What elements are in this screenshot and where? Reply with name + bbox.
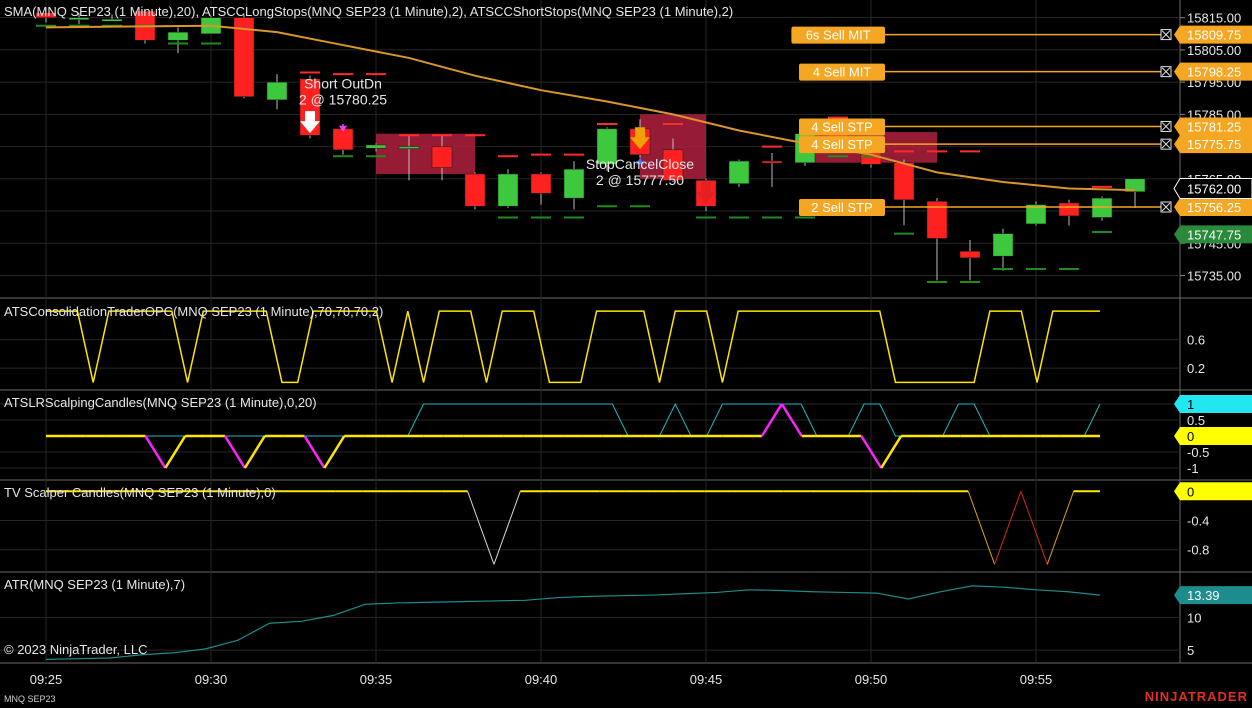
- atr-tick-label: 10: [1187, 610, 1201, 625]
- order-price-label: 15781.25: [1187, 119, 1241, 134]
- order-price-label: 15775.75: [1187, 137, 1241, 152]
- brand-logo: NINJATRADER: [1144, 689, 1248, 704]
- atr-line: [45, 585, 1101, 660]
- candle-body: [365, 144, 387, 149]
- price-tick-label: 15815.00: [1187, 11, 1241, 26]
- tv-panel-title: TV Scalper Candles(MNQ SEP23 (1 Minute),…: [4, 485, 276, 500]
- order-price-label: 15756.25: [1187, 200, 1241, 215]
- atr-tick-label: 5: [1187, 643, 1194, 658]
- candle-body: [167, 31, 189, 41]
- tv-signal-segment: [467, 491, 495, 565]
- candle-body: [464, 173, 486, 207]
- scalping-zero-tag: [1174, 427, 1252, 445]
- candle-body: [398, 146, 420, 149]
- candle-body: [530, 173, 552, 194]
- consolidation-tick-label: 0.2: [1187, 361, 1205, 376]
- candle-body: [992, 233, 1014, 257]
- candle-body: [728, 160, 750, 184]
- x-tick-label: 09:45: [690, 672, 723, 687]
- chart-canvas[interactable]: 09:25 09:30 09:35 09:40 09:45 09:50 09:55 15815…: [0, 0, 1252, 708]
- tv-signal-segment: [1020, 491, 1048, 565]
- scalping-zero-label: 0: [1187, 429, 1194, 444]
- tv-signal-segment: [1046, 491, 1075, 565]
- stop-price-label: 15747.75: [1187, 227, 1241, 242]
- scalping-last-label: 1: [1187, 397, 1194, 412]
- x-tick-label: 09:40: [525, 672, 558, 687]
- scalping-tick-label: 0.5: [1187, 413, 1205, 428]
- tv-zero-label: 0: [1187, 484, 1194, 499]
- trade-annotation: 2 @ 15780.25: [299, 92, 387, 108]
- tv-signal-segment: [967, 491, 996, 565]
- candle-body: [266, 81, 288, 101]
- x-tick-label: 09:55: [1020, 672, 1053, 687]
- trade-annotation: 2 @ 15777.50: [596, 172, 684, 188]
- candle-body: [563, 168, 585, 199]
- candle-body: [101, 19, 123, 22]
- atr-last-label: 13.39: [1187, 588, 1220, 603]
- scalping-tick-label: -0.5: [1187, 445, 1209, 460]
- order-label: 6s Sell MIT: [806, 28, 871, 43]
- order-label: 4 Sell MIT: [813, 65, 872, 80]
- candle-body: [959, 251, 981, 259]
- candle-body: [761, 160, 783, 164]
- x-tick-label: 09:50: [855, 672, 888, 687]
- tv-signal-segment: [493, 491, 521, 565]
- x-tick-label: 09:30: [195, 672, 228, 687]
- candle-body: [1091, 197, 1113, 218]
- x-tick-label: 09:25: [30, 672, 63, 687]
- order-label: 2 Sell STP: [811, 200, 872, 215]
- consolidation-zone: [376, 133, 475, 174]
- candle-body: [431, 146, 453, 168]
- candle-body: [497, 173, 519, 207]
- scalping-panel-title: ATSLRScalpingCandles(MNQ SEP23 (1 Minute…: [4, 395, 317, 410]
- tv-zero-tag: [1174, 482, 1252, 501]
- candle-body: [1058, 202, 1080, 217]
- trade-annotation: StopCancelClose: [586, 156, 694, 172]
- tv-signal-segment: [994, 491, 1022, 565]
- order-label: 4 Sell STP: [811, 119, 872, 134]
- consolidation-tick-label: 0.6: [1187, 333, 1205, 348]
- consolidation-line: [46, 310, 1100, 384]
- tv-tick-label: -0.8: [1187, 543, 1209, 558]
- scalping-last-tag: [1174, 395, 1252, 413]
- atr-panel-title: ATR(MNQ SEP23 (1 Minute),7): [4, 577, 186, 592]
- trade-annotation: Short OutDn: [304, 76, 382, 92]
- last-price-label: 15762.00: [1187, 181, 1241, 196]
- order-price-label: 15809.75: [1187, 28, 1241, 43]
- price-tick-label: 15805.00: [1187, 43, 1241, 58]
- consolidation-panel-title: ATSConsolidationTraderOPC(MNQ SEP23 (1 M…: [4, 304, 384, 319]
- scalping-tick-label: -1: [1187, 461, 1199, 476]
- order-price-label: 15798.25: [1187, 65, 1241, 80]
- tv-tick-label: -0.4: [1187, 514, 1209, 529]
- price-panel-title: SMA(MNQ SEP23 (1 Minute),20), ATSCCLongS…: [4, 4, 734, 19]
- order-label: 4 Sell STP: [811, 137, 872, 152]
- candle-body: [893, 162, 915, 201]
- x-tick-label: 09:35: [360, 672, 393, 687]
- instrument-label: MNQ SEP23: [4, 694, 56, 704]
- copyright-text: © 2023 NinjaTrader, LLC: [4, 642, 148, 657]
- price-tick-label: 15735.00: [1187, 268, 1241, 283]
